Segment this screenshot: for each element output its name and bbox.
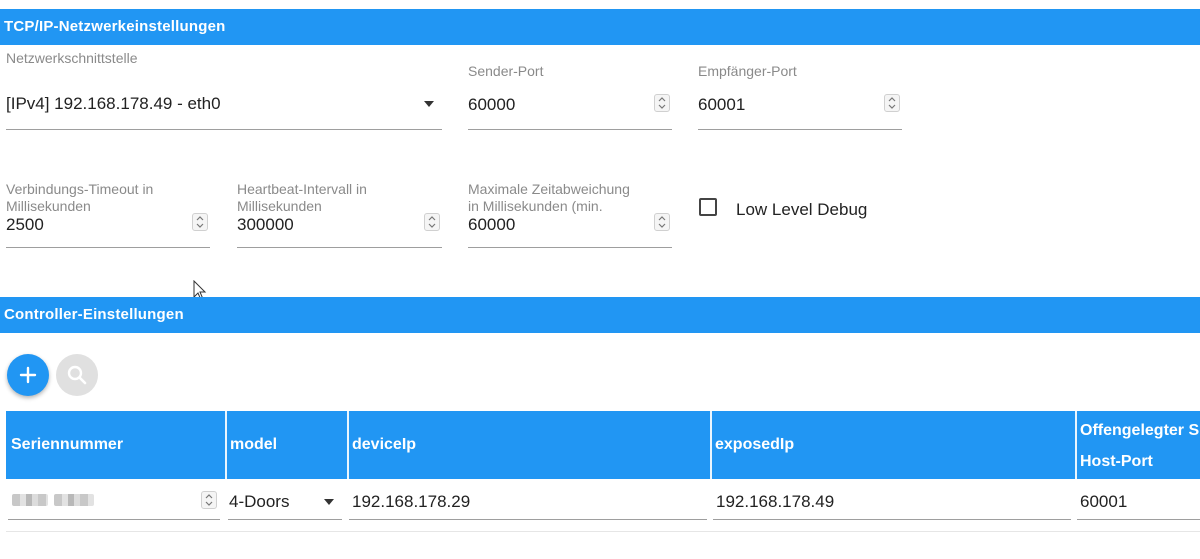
connection-timeout-label-line1: Verbindungs-Timeout in	[6, 181, 154, 197]
column-header-device-ip[interactable]: deviceIp	[347, 411, 711, 479]
underline	[6, 247, 210, 248]
max-time-deviation-field[interactable]: Maximale Zeitabweichung in Millisekunden…	[468, 181, 672, 249]
column-header-exposed-host-port[interactable]: Offengelegter S Host-Port	[1075, 411, 1200, 479]
receiver-port-stepper[interactable]	[884, 94, 900, 112]
column-header-exposed-line2: Host-Port	[1080, 453, 1153, 470]
max-time-deviation-label-line1: Maximale Zeitabweichung	[468, 181, 630, 197]
underline	[237, 247, 442, 248]
host-port-value: 60001	[1080, 492, 1128, 511]
model-value: 4-Doors	[229, 492, 290, 511]
column-header-exposed-ip[interactable]: exposedIp	[710, 411, 1075, 479]
add-controller-button[interactable]	[7, 354, 49, 396]
max-time-deviation-stepper[interactable]	[654, 213, 670, 231]
connection-timeout-field[interactable]: Verbindungs-Timeout in Millisekunden 250…	[6, 181, 210, 249]
serial-number-field[interactable]	[8, 480, 220, 520]
network-interface-select[interactable]: Netzwerkschnittstelle [IPv4] 192.168.178…	[6, 50, 442, 132]
table-row-separator	[6, 531, 1200, 532]
network-interface-value: [IPv4] 192.168.178.49 - eth0	[6, 94, 221, 113]
cell-line	[8, 519, 220, 520]
exposed-ip-value: 192.168.178.49	[716, 492, 835, 511]
dropdown-caret-icon[interactable]	[424, 101, 434, 107]
stepper-arrows-icon	[888, 97, 896, 109]
sender-port-label: Sender-Port	[468, 63, 544, 79]
device-ip-field[interactable]: 192.168.178.29	[349, 480, 707, 520]
cell-line	[349, 519, 707, 520]
search-icon	[67, 365, 87, 385]
heartbeat-interval-label-line1: Heartbeat-Intervall in	[237, 181, 367, 197]
cell-line	[228, 519, 342, 520]
host-port-field[interactable]: 60001	[1077, 480, 1200, 520]
exposed-ip-field[interactable]: 192.168.178.49	[713, 480, 1071, 520]
receiver-port-label: Empfänger-Port	[698, 63, 797, 79]
connection-timeout-stepper[interactable]	[192, 213, 208, 231]
heartbeat-interval-value: 300000	[237, 215, 294, 234]
controller-section-header: Controller-Einstellungen	[0, 297, 1200, 333]
underline	[698, 129, 902, 130]
low-level-debug-checkbox[interactable]	[699, 198, 717, 216]
low-level-debug-label[interactable]: Low Level Debug	[736, 200, 867, 220]
tcp-section-title: TCP/IP-Netzwerkeinstellungen	[4, 18, 226, 35]
stepper-arrows-icon	[205, 494, 213, 506]
controller-table-header: Seriennummer model deviceIp exposedIp Of…	[6, 411, 1200, 479]
sender-port-field[interactable]: Sender-Port 60000	[468, 63, 672, 131]
heartbeat-interval-field[interactable]: Heartbeat-Intervall in Millisekunden 300…	[237, 181, 442, 249]
redacted-serial-part2	[54, 494, 94, 506]
receiver-port-value: 60001	[698, 95, 746, 114]
stepper-arrows-icon	[428, 216, 436, 228]
receiver-port-field[interactable]: Empfänger-Port 60001	[698, 63, 902, 131]
underline	[468, 247, 672, 248]
cell-line	[713, 519, 1071, 520]
underline	[6, 129, 442, 130]
device-ip-value: 192.168.178.29	[352, 492, 471, 511]
search-controller-button[interactable]	[56, 354, 98, 396]
stepper-arrows-icon	[196, 216, 204, 228]
max-time-deviation-value: 60000	[468, 215, 516, 234]
column-header-serial[interactable]: Seriennummer	[6, 411, 225, 479]
controller-section-title: Controller-Einstellungen	[4, 306, 184, 323]
network-interface-label: Netzwerkschnittstelle	[6, 50, 138, 66]
redacted-serial-part1	[12, 494, 48, 506]
stepper-arrows-icon	[658, 97, 666, 109]
heartbeat-interval-label-line2: Millisekunden	[237, 198, 322, 214]
underline	[468, 129, 672, 130]
cell-line	[1077, 519, 1200, 520]
plus-icon	[19, 366, 37, 384]
serial-number-stepper[interactable]	[201, 491, 217, 509]
model-select[interactable]: 4-Doors	[228, 480, 342, 520]
max-time-deviation-label-line2: in Millisekunden (min.	[468, 198, 603, 214]
connection-timeout-value: 2500	[6, 215, 44, 234]
column-header-exposed-line1: Offengelegter S	[1080, 422, 1200, 439]
sender-port-value: 60000	[468, 95, 516, 114]
sender-port-stepper[interactable]	[654, 94, 670, 112]
connection-timeout-label-line2: Millisekunden	[6, 198, 91, 214]
tcp-section-header: TCP/IP-Netzwerkeinstellungen	[0, 9, 1200, 45]
column-header-model[interactable]: model	[225, 411, 347, 479]
dropdown-caret-icon[interactable]	[324, 499, 334, 505]
stepper-arrows-icon	[658, 216, 666, 228]
heartbeat-interval-stepper[interactable]	[424, 213, 440, 231]
